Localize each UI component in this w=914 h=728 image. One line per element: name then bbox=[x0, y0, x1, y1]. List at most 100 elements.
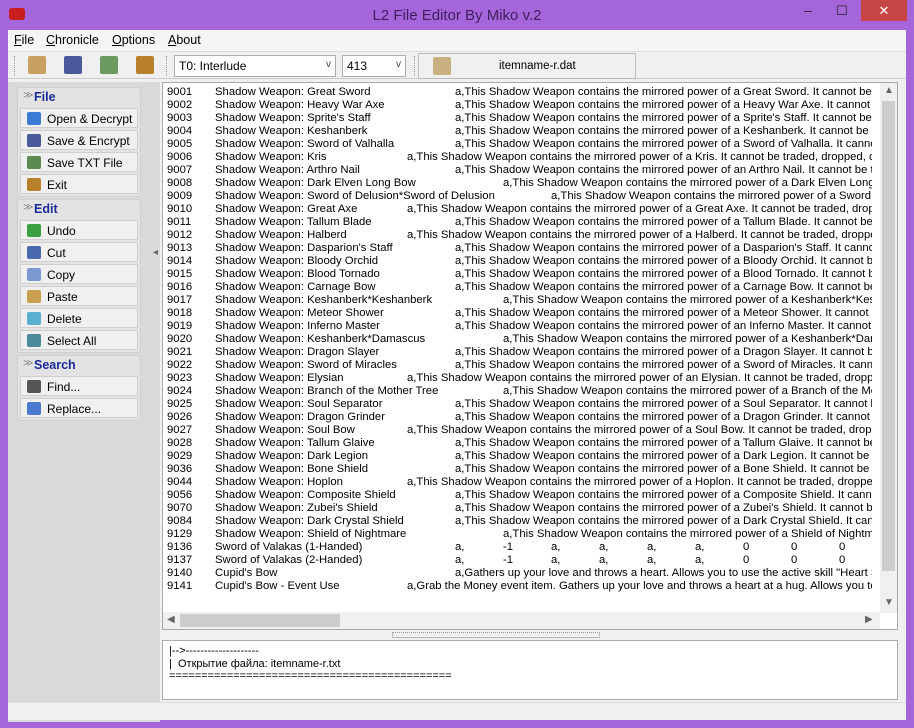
editor-line[interactable]: 9011 Shadow Weapon: Tallum Blade a,This S… bbox=[167, 216, 872, 229]
editor-line[interactable]: 9002 Shadow Weapon: Heavy War Axe a,This … bbox=[167, 99, 872, 112]
line-content: Cupid's Bow - Event Use a,Grab the Money… bbox=[215, 580, 872, 593]
menu-file[interactable]: File bbox=[14, 33, 34, 47]
protocol-select[interactable]: 413 v bbox=[342, 55, 406, 77]
horizontal-splitter[interactable] bbox=[392, 632, 600, 638]
exit-icon[interactable] bbox=[136, 56, 154, 74]
editor-line[interactable]: 9023 Shadow Weapon: Elysian a,This Shadow… bbox=[167, 372, 872, 385]
sidebar-button-save-encrypt[interactable]: Save & Encrypt bbox=[20, 130, 138, 150]
line-id: 9084 bbox=[167, 515, 193, 527]
sidebar-button-save-txt-file[interactable]: Save TXT File bbox=[20, 152, 138, 172]
collapse-arrow-icon[interactable]: ◂ bbox=[153, 247, 158, 258]
editor-line[interactable]: 9014 Shadow Weapon: Bloody Orchid a,This … bbox=[167, 255, 872, 268]
item-name: Shadow Weapon: Tallum Glaive bbox=[215, 437, 375, 449]
sidebar-button-replace[interactable]: Replace... bbox=[20, 398, 138, 418]
line-content: Shadow Weapon: Great Axe a,This Shadow W… bbox=[215, 203, 872, 216]
sidebar-button-select-all[interactable]: Select All bbox=[20, 330, 138, 350]
editor-line[interactable]: 9044 Shadow Weapon: Hoplon a,This Shadow … bbox=[167, 476, 872, 489]
editor-line[interactable]: 9010 Shadow Weapon: Great Axe a,This Shad… bbox=[167, 203, 872, 216]
open-decrypt-icon[interactable] bbox=[28, 56, 46, 74]
sidebar-group-header[interactable]: ≫ File bbox=[18, 88, 140, 108]
editor-line[interactable]: 9005 Shadow Weapon: Sword of Valhalla a,T… bbox=[167, 138, 872, 151]
sidebar-button-exit[interactable]: Exit bbox=[20, 174, 138, 194]
editor-line[interactable]: 9137 Sword of Valakas (2-Handed) a, -1 a,… bbox=[167, 554, 872, 567]
toolbar-grip[interactable] bbox=[414, 56, 417, 76]
editor-line[interactable]: 9012 Shadow Weapon: Halberd a,This Shadow… bbox=[167, 229, 872, 242]
editor-line[interactable]: 9020 Shadow Weapon: Keshanberk*Damascus a… bbox=[167, 333, 872, 346]
close-button[interactable]: ✕ bbox=[861, 0, 907, 21]
editor-line[interactable]: 9056 Shadow Weapon: Composite Shield a,Th… bbox=[167, 489, 872, 502]
sidebar-button-copy[interactable]: Copy bbox=[20, 264, 138, 284]
editor-line[interactable]: 9136 Sword of Valakas (1-Handed) a, -1 a,… bbox=[167, 541, 872, 554]
sidebar-group-header[interactable]: ≫ Search bbox=[18, 356, 140, 376]
editor-line[interactable]: 9004 Shadow Weapon: Keshanberk a,This Sha… bbox=[167, 125, 872, 138]
editor-line[interactable]: 9018 Shadow Weapon: Meteor Shower a,This … bbox=[167, 307, 872, 320]
editor-line[interactable]: 9028 Shadow Weapon: Tallum Glaive a,This … bbox=[167, 437, 872, 450]
sidebar-group-edit: ≫ Edit Undo Cut Copy Paste Delete Select All bbox=[17, 199, 141, 353]
scroll-up-icon[interactable]: ▲ bbox=[884, 85, 894, 96]
editor-line[interactable]: 9015 Shadow Weapon: Blood Tornado a,This … bbox=[167, 268, 872, 281]
scroll-thumb[interactable] bbox=[180, 614, 340, 627]
editor-line[interactable]: 9013 Shadow Weapon: Dasparion's Staff a,T… bbox=[167, 242, 872, 255]
editor-line[interactable]: 9140 Cupid's Bow a,Gathers up your love a… bbox=[167, 567, 872, 580]
editor-line[interactable]: 9027 Shadow Weapon: Soul Bow a,This Shado… bbox=[167, 424, 872, 437]
text-editor[interactable]: 9001 Shadow Weapon: Great Sword a,This Sh… bbox=[162, 82, 898, 630]
sidebar-button-find[interactable]: Find... bbox=[20, 376, 138, 396]
editor-line[interactable]: 9025 Shadow Weapon: Soul Separator a,This… bbox=[167, 398, 872, 411]
sidebar-group-header[interactable]: ≫ Edit bbox=[18, 200, 140, 220]
item-description: a,This Shadow Weapon contains the mirror… bbox=[455, 411, 872, 423]
toolbar-grip[interactable] bbox=[14, 56, 17, 76]
editor-line[interactable]: 9029 Shadow Weapon: Dark Legion a,This Sh… bbox=[167, 450, 872, 463]
scroll-left-icon[interactable]: ◀ bbox=[167, 614, 175, 625]
editor-lines[interactable]: 9001 Shadow Weapon: Great Sword a,This Sh… bbox=[167, 86, 872, 596]
line-content: Shadow Weapon: Keshanberk a,This Shadow … bbox=[215, 125, 872, 138]
editor-line[interactable]: 9008 Shadow Weapon: Dark Elven Long Bow a… bbox=[167, 177, 872, 190]
editor-line[interactable]: 9024 Shadow Weapon: Branch of the Mother … bbox=[167, 385, 872, 398]
editor-line[interactable]: 9019 Shadow Weapon: Inferno Master a,This… bbox=[167, 320, 872, 333]
editor-line[interactable]: 9141 Cupid's Bow - Event Use a,Grab the M… bbox=[167, 580, 872, 593]
horizontal-scrollbar[interactable]: ◀ ▶ bbox=[163, 612, 880, 629]
sidebar-button-paste[interactable]: Paste bbox=[20, 286, 138, 306]
editor-line[interactable]: 9017 Shadow Weapon: Keshanberk*Keshanberk… bbox=[167, 294, 872, 307]
editor-line[interactable]: 9129 Shadow Weapon: Shield of Nightmare a… bbox=[167, 528, 872, 541]
editor-line[interactable]: 9021 Shadow Weapon: Dragon Slayer a,This … bbox=[167, 346, 872, 359]
exit-icon bbox=[27, 178, 41, 191]
editor-line[interactable]: 9007 Shadow Weapon: Arthro Nail a,This Sh… bbox=[167, 164, 872, 177]
line-id: 9001 bbox=[167, 86, 193, 98]
editor-line[interactable]: 9006 Shadow Weapon: Kris a,This Shadow We… bbox=[167, 151, 872, 164]
toolbar-grip[interactable] bbox=[166, 56, 169, 76]
menu-about[interactable]: About bbox=[168, 33, 201, 47]
line-content: Shadow Weapon: Sword of Valhalla a,This … bbox=[215, 138, 872, 151]
editor-line[interactable]: 9084 Shadow Weapon: Dark Crystal Shield a… bbox=[167, 515, 872, 528]
scroll-thumb[interactable] bbox=[882, 101, 895, 571]
file-tab[interactable]: itemname-r.dat bbox=[418, 53, 636, 79]
minimize-button[interactable]: – bbox=[793, 0, 823, 21]
scroll-right-icon[interactable]: ▶ bbox=[865, 614, 873, 625]
sidebar-button-cut[interactable]: Cut bbox=[20, 242, 138, 262]
sidebar-button-open-decrypt[interactable]: Open & Decrypt bbox=[20, 108, 138, 128]
editor-line[interactable]: 9016 Shadow Weapon: Carnage Bow a,This Sh… bbox=[167, 281, 872, 294]
menu-options[interactable]: Options bbox=[112, 33, 155, 47]
vertical-splitter[interactable]: ◂ bbox=[153, 82, 159, 642]
editor-line[interactable]: 9003 Shadow Weapon: Sprite's Staff a,This… bbox=[167, 112, 872, 125]
sidebar-button-delete[interactable]: Delete bbox=[20, 308, 138, 328]
item-description: a,This Shadow Weapon contains the mirror… bbox=[503, 528, 872, 540]
maximize-button[interactable]: ☐ bbox=[827, 0, 857, 21]
log-output[interactable]: |-->-------------------- | Открытие файла… bbox=[162, 640, 898, 700]
editor-line[interactable]: 9070 Shadow Weapon: Zubei's Shield a,This… bbox=[167, 502, 872, 515]
vertical-scrollbar[interactable]: ▲ ▼ bbox=[880, 83, 897, 613]
save-encrypt-icon[interactable] bbox=[64, 56, 82, 74]
sidebar-button-undo[interactable]: Undo bbox=[20, 220, 138, 240]
save-txt-icon[interactable] bbox=[100, 56, 118, 74]
menu-chronicle[interactable]: Chronicle bbox=[46, 33, 99, 47]
line-content: Shadow Weapon: Carnage Bow a,This Shadow… bbox=[215, 281, 872, 294]
editor-line[interactable]: 9026 Shadow Weapon: Dragon Grinder a,This… bbox=[167, 411, 872, 424]
main-window: File Chronicle Options About T0: Interlu… bbox=[8, 30, 906, 722]
scroll-down-icon[interactable]: ▼ bbox=[884, 597, 894, 608]
editor-line[interactable]: 9009 Shadow Weapon: Sword of Delusion*Swo… bbox=[167, 190, 872, 203]
chronicle-select[interactable]: T0: Interlude v bbox=[174, 55, 336, 77]
editor-line[interactable]: 9022 Shadow Weapon: Sword of Miracles a,T… bbox=[167, 359, 872, 372]
editor-line[interactable]: 9036 Shadow Weapon: Bone Shield a,This Sh… bbox=[167, 463, 872, 476]
editor-line[interactable]: 9001 Shadow Weapon: Great Sword a,This Sh… bbox=[167, 86, 872, 99]
item-description: a,Grab the Money event item. Gathers up … bbox=[407, 580, 872, 592]
sidebar-button-label: Save TXT File bbox=[47, 156, 123, 170]
